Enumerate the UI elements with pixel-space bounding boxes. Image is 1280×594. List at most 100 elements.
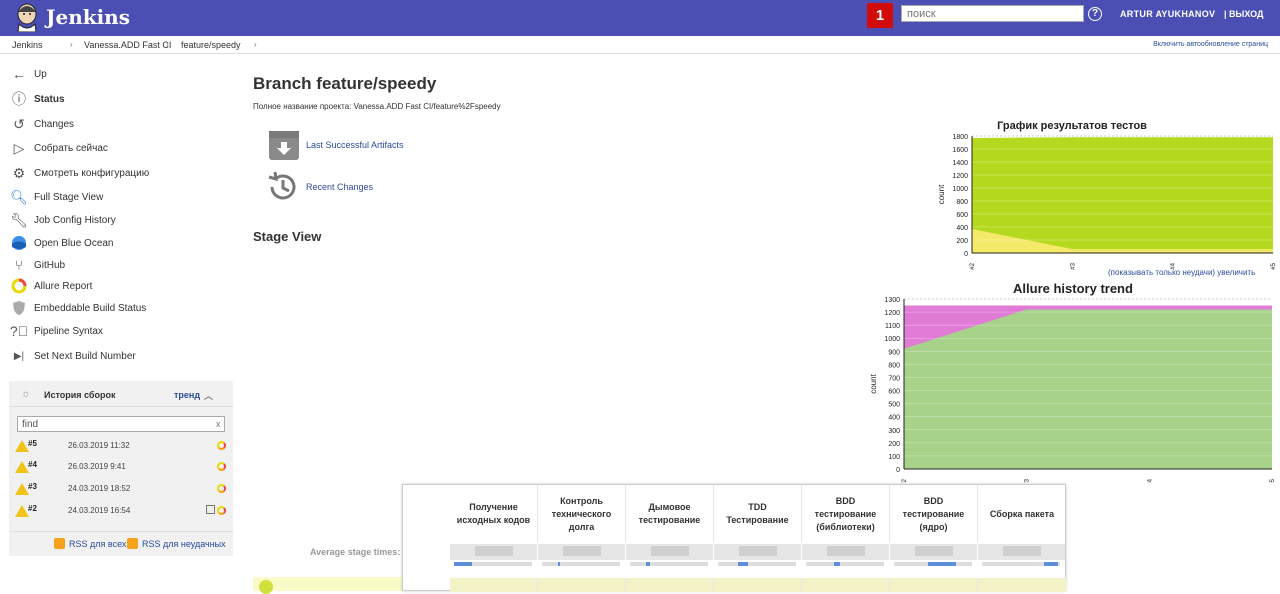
build-row[interactable]: #3 24.03.2019 18:52: [9, 479, 233, 500]
series-area-0: [904, 309, 1272, 469]
breadcrumb: Jenkins › Vanessa.ADD Fast CI › feature/…: [0, 36, 1280, 54]
chevron-up-icon[interactable]: ︿: [204, 389, 213, 402]
sidebar-item-next-build[interactable]: ▶| Set Next Build Number: [10, 346, 136, 366]
y-tick-label: 1300: [884, 297, 900, 304]
build-filter-input[interactable]: [17, 416, 225, 432]
avg-time-cell: [538, 544, 625, 560]
sidebar-item-build-status[interactable]: Embeddable Build Status: [10, 298, 146, 318]
chevron-right-icon[interactable]: ›: [166, 40, 169, 49]
warning-icon: [15, 505, 29, 517]
y-tick-label: 1400: [952, 160, 968, 167]
allure-icon[interactable]: [217, 462, 226, 471]
next-icon: ▶|: [13, 350, 25, 362]
sun-icon: ☼: [21, 388, 32, 400]
x-tick-label: #5: [1270, 478, 1276, 483]
rss-icon[interactable]: [127, 538, 138, 549]
x-tick-label: #4: [1147, 478, 1153, 483]
help-icon[interactable]: ?: [1088, 7, 1102, 21]
history-icon: ↺: [13, 115, 25, 132]
chevron-right-icon[interactable]: ›: [70, 40, 73, 49]
play-icon: ▷: [13, 139, 25, 156]
info-icon: ⓘ: [12, 91, 26, 107]
y-tick-label: 900: [888, 349, 900, 356]
allure-trend-chart[interactable]: Allure history trend 0 100 200 300 400 500 600 7…: [866, 279, 1280, 483]
blue-ocean-icon: [10, 234, 28, 252]
stage-header: Контроль технического долга: [538, 485, 626, 543]
x-tick-label: #2: [970, 262, 976, 269]
sidebar-item-config[interactable]: ⚙ Смотреть конфигурацию: [10, 163, 150, 183]
history-icon[interactable]: [266, 170, 300, 204]
rss-failed-link[interactable]: RSS для неудачных: [142, 539, 226, 549]
stage-progress-bar: [542, 562, 620, 566]
user-link[interactable]: ARTUR AYUKHANOV: [1120, 9, 1215, 19]
rss-icon[interactable]: [54, 538, 65, 549]
stage-cell[interactable]: [978, 578, 1066, 592]
y-axis-label: count: [937, 184, 946, 204]
sidebar-item-allure[interactable]: Allure Report: [10, 276, 92, 296]
stage-progress-bar: [894, 562, 972, 566]
sidebar-item-blue-ocean[interactable]: Open Blue Ocean: [10, 233, 114, 253]
stage-cell[interactable]: [802, 578, 890, 592]
avg-time-cell: [450, 544, 537, 560]
breadcrumb-project[interactable]: Vanessa.ADD Fast CI: [84, 40, 171, 50]
stage-progress-bar: [718, 562, 796, 566]
stage-header: Получение исходных кодов: [450, 485, 538, 543]
build-row[interactable]: #2 24.03.2019 16:54: [9, 501, 233, 522]
stage-cell[interactable]: [714, 578, 802, 592]
warning-icon: [15, 483, 29, 495]
allure-icon[interactable]: [217, 506, 226, 515]
stage-progress-bar: [630, 562, 708, 566]
sidebar-item-full-stage-view[interactable]: 🔍︎ Full Stage View: [10, 187, 103, 207]
jenkins-butler-icon: [17, 3, 37, 32]
search-input[interactable]: [901, 5, 1084, 22]
test-results-chart[interactable]: График результатов тестов 0 200 400 600 800 10…: [930, 116, 1280, 270]
sidebar-item-pipeline-syntax[interactable]: ?⃝ Pipeline Syntax: [10, 321, 103, 341]
sidebar-item-up[interactable]: ← Up: [10, 64, 47, 84]
y-tick-label: 400: [956, 225, 968, 232]
clear-filter-icon[interactable]: x: [216, 419, 221, 429]
stage-cell[interactable]: [890, 578, 978, 592]
package-icon[interactable]: [268, 130, 300, 161]
y-tick-label: 600: [888, 389, 900, 396]
recent-changes-link[interactable]: Recent Changes: [306, 182, 373, 192]
build-row[interactable]: #4 26.03.2019 9:41: [9, 457, 233, 478]
y-tick-label: 800: [888, 362, 900, 369]
jenkins-logo[interactable]: Jenkins: [14, 2, 130, 32]
chart-links[interactable]: (показывать только неудачи) увеличить: [1108, 268, 1255, 277]
logout-link[interactable]: | ВЫХОД: [1224, 9, 1263, 19]
stage-cell[interactable]: [450, 578, 538, 592]
stage-cell[interactable]: [626, 578, 714, 592]
stage-header: Дымовое тестирование: [626, 485, 714, 543]
avg-time-cell: [714, 544, 801, 560]
y-tick-label: 0: [896, 467, 900, 474]
breadcrumb-branch[interactable]: feature/speedy: [181, 40, 241, 50]
artifact-icon[interactable]: [206, 505, 215, 514]
build-row[interactable]: #5 26.03.2019 11:32: [9, 436, 233, 457]
trend-link[interactable]: тренд: [174, 390, 200, 400]
sidebar-item-github[interactable]: ⑂ GitHub: [10, 255, 65, 275]
sidebar-item-status[interactable]: ⓘ Status: [10, 89, 65, 109]
y-tick-label: 100: [888, 454, 900, 461]
sidebar-item-job-config-history[interactable]: 🔧︎ Job Config History: [10, 210, 116, 230]
stage-cell[interactable]: [538, 578, 626, 592]
chart-title: График результатов тестов: [997, 120, 1147, 132]
y-tick-label: 200: [888, 441, 900, 448]
y-tick-label: 1000: [884, 336, 900, 343]
chevron-right-icon[interactable]: ›: [254, 40, 257, 49]
y-tick-label: 1100: [885, 323, 900, 330]
notification-badge[interactable]: 1: [867, 3, 893, 28]
allure-icon[interactable]: [217, 441, 226, 450]
sidebar-item-changes[interactable]: ↺ Changes: [10, 114, 74, 134]
y-tick-label: 1600: [952, 147, 968, 154]
average-stage-times: Average stage times:: [310, 547, 401, 557]
auto-refresh-link[interactable]: Включить автообновление страниц: [1153, 41, 1268, 48]
stage-progress-bar: [454, 562, 532, 566]
last-successful-artifacts-link[interactable]: Last Successful Artifacts: [306, 140, 404, 150]
stage-view-title: Stage View: [253, 229, 322, 244]
sidebar-item-build-now[interactable]: ▷ Собрать сейчас: [10, 138, 108, 158]
allure-icon[interactable]: [217, 484, 226, 493]
wrench-icon: 🔧︎: [10, 211, 28, 228]
breadcrumb-jenkins[interactable]: Jenkins: [12, 40, 43, 50]
rss-all-link[interactable]: RSS для всех: [69, 539, 126, 549]
build-row-preview[interactable]: [253, 577, 403, 594]
